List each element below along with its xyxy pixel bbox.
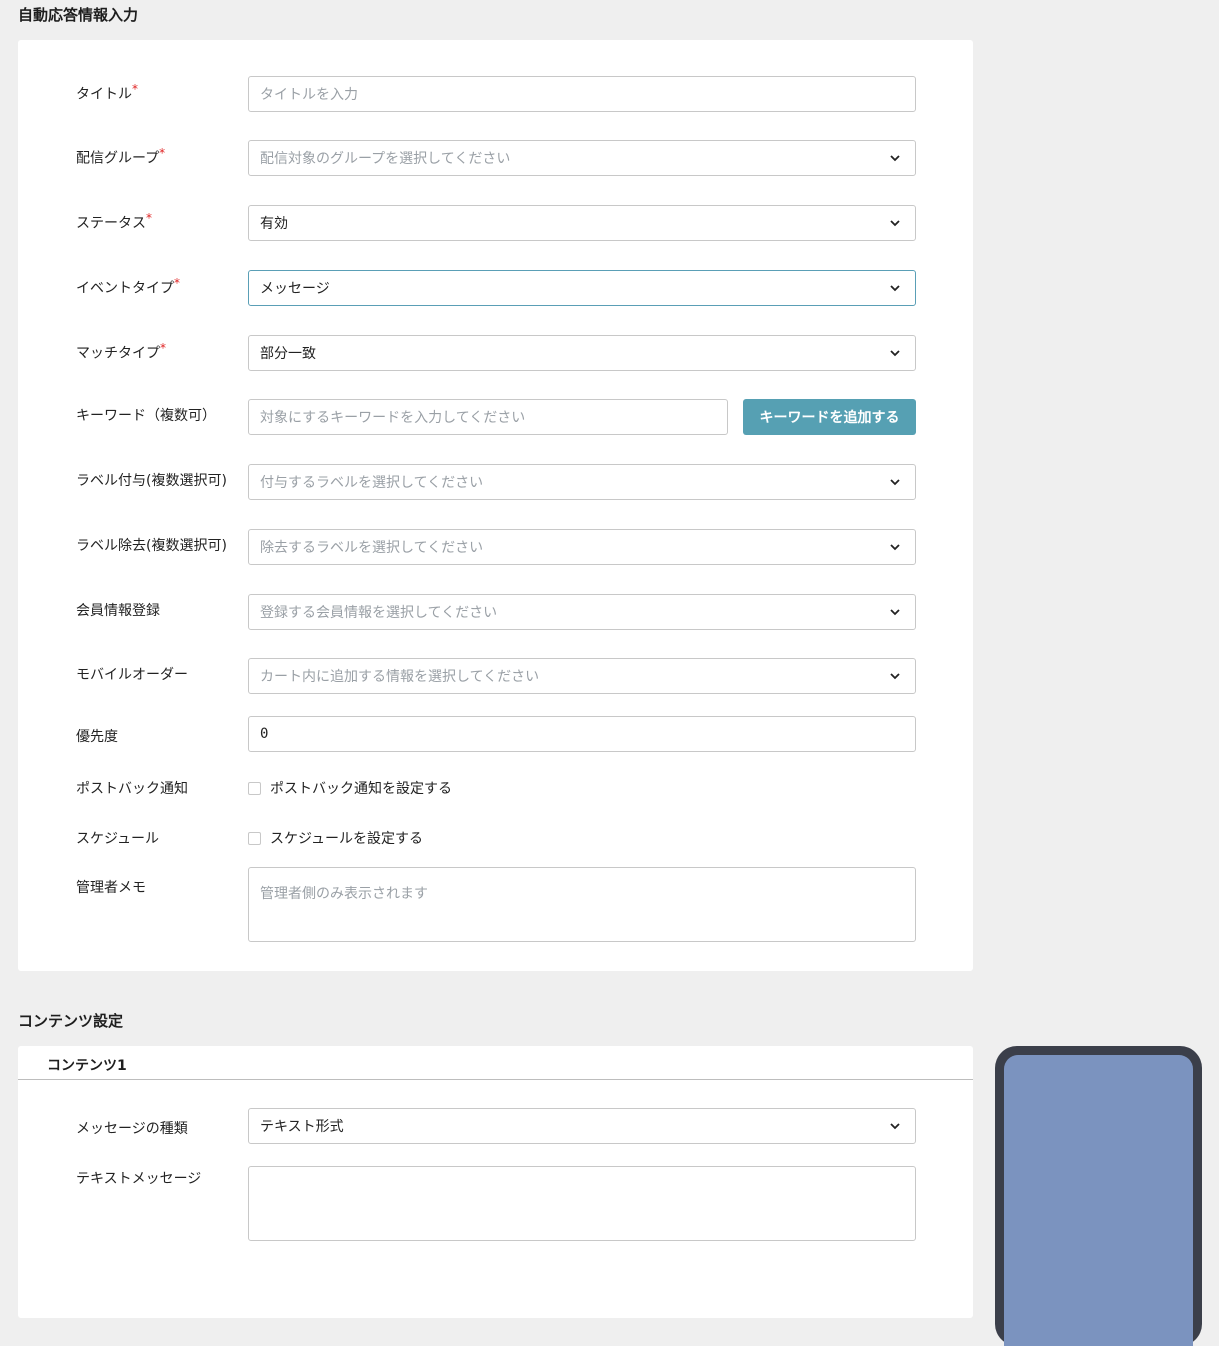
label-add-label: ラベル付与(複数選択可)	[76, 473, 227, 489]
group-select[interactable]: 配信対象のグループを選択してください	[248, 140, 916, 176]
match-type-select[interactable]: 部分一致	[248, 335, 916, 371]
required-mark: *	[160, 341, 166, 355]
mobile-order-label: モバイルオーダー	[76, 667, 188, 683]
label-add-select[interactable]: 付与するラベルを選択してください	[248, 464, 916, 500]
message-type-label: メッセージの種類	[76, 1121, 188, 1137]
chevron-down-icon	[890, 285, 900, 292]
chevron-down-icon	[890, 544, 900, 551]
postback-label: ポストバック通知	[76, 781, 188, 797]
content-section-title: コンテンツ設定	[18, 1012, 124, 1030]
mobile-order-placeholder: カート内に追加する情報を選択してください	[260, 669, 540, 685]
event-type-select[interactable]: メッセージ	[248, 270, 916, 306]
schedule-checkbox-wrap[interactable]: スケジュールを設定する	[248, 828, 423, 848]
label-remove-placeholder: 除去するラベルを選択してください	[260, 540, 484, 556]
match-type-value: 部分一致	[260, 346, 316, 362]
chevron-down-icon	[890, 609, 900, 616]
title-input[interactable]: タイトルを入力	[248, 76, 916, 112]
mobile-order-select[interactable]: カート内に追加する情報を選択してください	[248, 658, 916, 694]
event-type-label: イベントタイプ*	[76, 276, 180, 297]
postback-checkbox-wrap[interactable]: ポストバック通知を設定する	[248, 778, 452, 798]
match-type-label: マッチタイプ*	[76, 341, 166, 362]
message-type-select[interactable]: テキスト形式	[248, 1108, 916, 1144]
phone-preview	[995, 1046, 1202, 1346]
status-label: ステータス*	[76, 211, 152, 232]
text-message-label: テキストメッセージ	[76, 1171, 202, 1187]
content-card-title: コンテンツ1	[47, 1058, 127, 1074]
status-select[interactable]: 有効	[248, 205, 916, 241]
content-card-header: コンテンツ1	[18, 1046, 973, 1080]
status-value: 有効	[260, 216, 288, 232]
chevron-down-icon	[890, 350, 900, 357]
member-info-select[interactable]: 登録する会員情報を選択してください	[248, 594, 916, 630]
auto-reply-form-card: タイトル* タイトルを入力 配信グループ* 配信対象のグループを選択してください…	[18, 40, 973, 971]
postback-row: ポストバック通知 ポストバック通知を設定する	[76, 778, 916, 798]
required-mark: *	[146, 211, 152, 225]
chevron-down-icon	[890, 673, 900, 680]
add-keyword-button[interactable]: キーワードを追加する	[743, 399, 916, 435]
label-add-placeholder: 付与するラベルを選択してください	[260, 475, 484, 491]
message-type-value: テキスト形式	[260, 1119, 344, 1135]
label-remove-select[interactable]: 除去するラベルを選択してください	[248, 529, 916, 565]
keyword-placeholder: 対象にするキーワードを入力してください	[260, 410, 526, 426]
required-mark: *	[159, 146, 166, 160]
memo-placeholder: 管理者側のみ表示されます	[260, 886, 428, 902]
content-card: コンテンツ1 メッセージの種類 テキスト形式 テキストメッセージ	[18, 1046, 973, 1318]
keyword-input[interactable]: 対象にするキーワードを入力してください	[248, 399, 728, 435]
schedule-checkbox[interactable]	[248, 831, 261, 845]
form-section-title: 自動応答情報入力	[18, 6, 139, 24]
title-label: タイトル*	[76, 82, 138, 103]
priority-value: 0	[260, 726, 269, 742]
chevron-down-icon	[890, 155, 900, 162]
memo-textarea[interactable]: 管理者側のみ表示されます	[248, 867, 916, 942]
group-label: 配信グループ*	[76, 146, 166, 167]
title-placeholder: タイトルを入力	[260, 87, 358, 103]
memo-label: 管理者メモ	[76, 880, 146, 896]
required-mark: *	[132, 82, 138, 96]
chevron-down-icon	[890, 1123, 900, 1130]
required-mark: *	[174, 276, 180, 290]
schedule-label: スケジュール	[76, 831, 160, 847]
priority-label: 優先度	[76, 729, 118, 745]
member-info-label: 会員情報登録	[76, 603, 160, 619]
priority-input[interactable]: 0	[248, 716, 916, 752]
chevron-down-icon	[890, 479, 900, 486]
group-placeholder: 配信対象のグループを選択してください	[260, 151, 511, 167]
member-info-placeholder: 登録する会員情報を選択してください	[260, 605, 498, 621]
schedule-row: スケジュール スケジュールを設定する	[76, 828, 916, 848]
postback-checkbox-text[interactable]: ポストバック通知を設定する	[270, 778, 452, 798]
label-remove-label: ラベル除去(複数選択可)	[76, 538, 227, 554]
chevron-down-icon	[890, 220, 900, 227]
postback-checkbox[interactable]	[248, 781, 261, 795]
event-type-value: メッセージ	[260, 281, 330, 297]
phone-preview-screen	[1004, 1055, 1193, 1346]
keyword-label: キーワード（複数可）	[76, 408, 216, 424]
text-message-textarea[interactable]	[248, 1166, 916, 1241]
schedule-checkbox-text[interactable]: スケジュールを設定する	[270, 828, 423, 848]
